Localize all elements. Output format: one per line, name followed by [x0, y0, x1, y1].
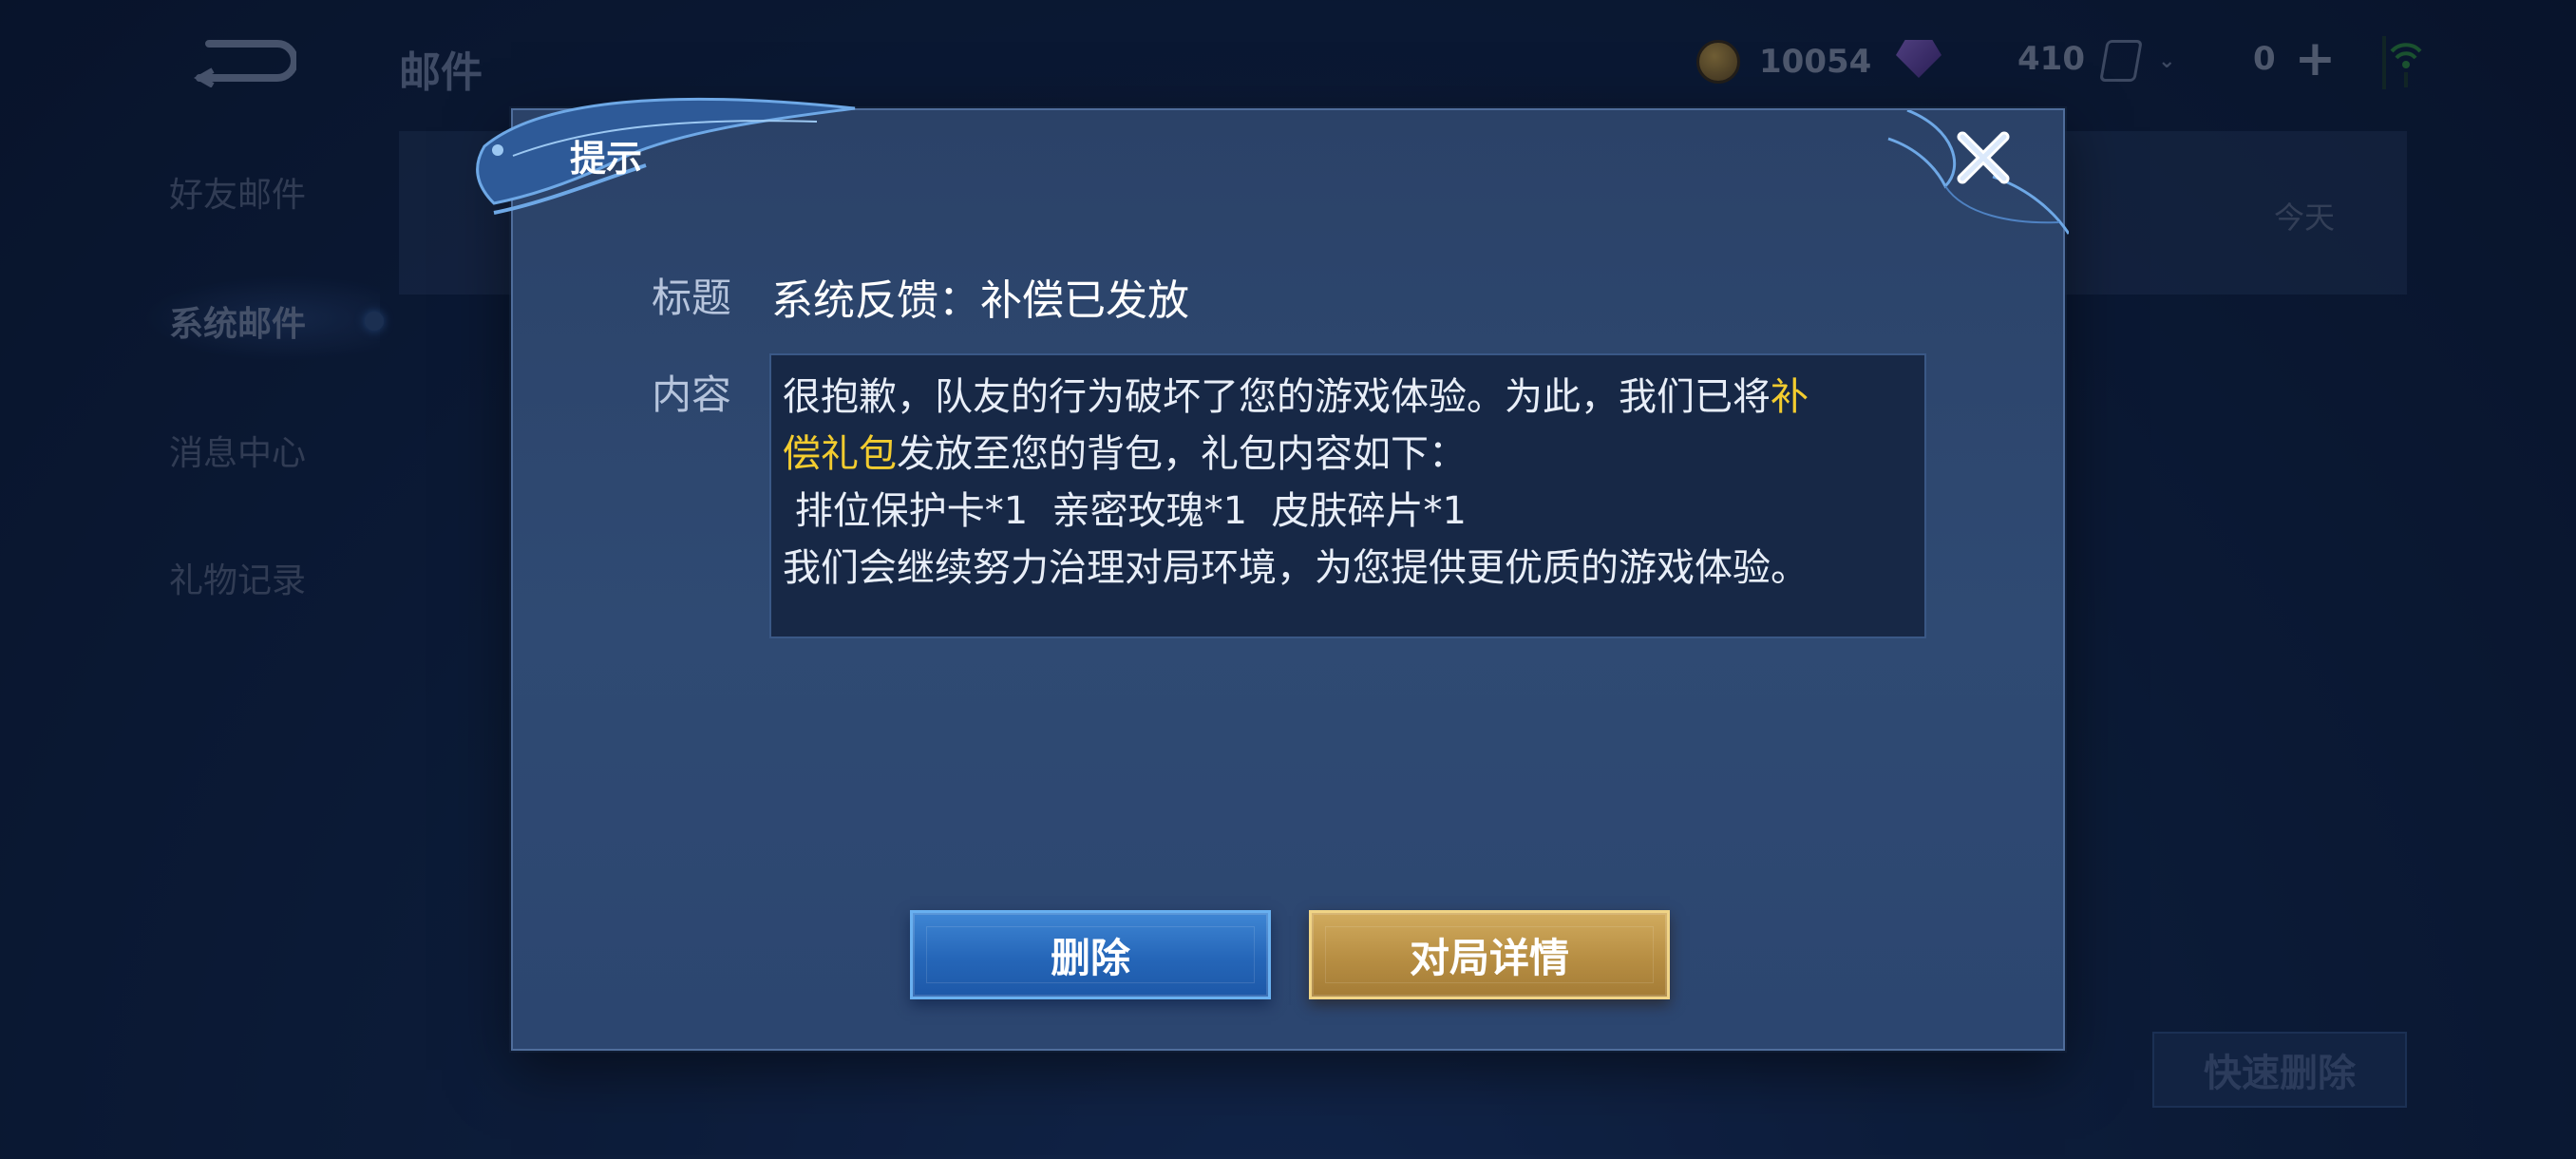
mail-content-box: 很抱歉，队友的行为破坏了您的游戏体验。为此，我们已将补 偿礼包发放至您的背包，礼… [769, 353, 1926, 638]
content-line: 很抱歉，队友的行为破坏了您的游戏体验。为此，我们已将补 [783, 369, 1913, 426]
content-line: 我们会继续努力治理对局环境，为您提供更优质的游戏体验。 [783, 546, 1809, 590]
content-line: 排位保护卡*1 亲密玫瑰*1 皮肤碎片*1 [783, 489, 1467, 533]
match-details-button[interactable]: 对局详情 [1309, 910, 1670, 999]
subject-label: 标题 [652, 275, 732, 321]
delete-button-label: 删除 [1050, 934, 1130, 981]
content-highlight: 偿礼包 [783, 432, 897, 476]
match-details-button-label: 对局详情 [1409, 934, 1569, 981]
mail-detail-dialog: 提示 标题 系统反馈：补偿已发放 内容 很抱歉，队友的行为破坏了您的游戏体验。为… [476, 97, 2069, 1051]
dialog-ornament [476, 97, 856, 215]
content-text: 发放至您的背包，礼包内容如下： [897, 432, 1467, 476]
mail-subject: 系统反馈：补偿已发放 [771, 276, 1189, 325]
dialog-title: 提示 [570, 138, 643, 180]
content-line: 偿礼包发放至您的背包，礼包内容如下： [783, 426, 1913, 483]
content-text: 很抱歉，队友的行为破坏了您的游戏体验。为此，我们已将 [783, 375, 1771, 419]
content-label: 内容 [652, 371, 732, 418]
close-icon[interactable] [1949, 124, 2017, 192]
delete-button[interactable]: 删除 [910, 910, 1271, 999]
content-highlight: 补 [1771, 375, 1809, 419]
